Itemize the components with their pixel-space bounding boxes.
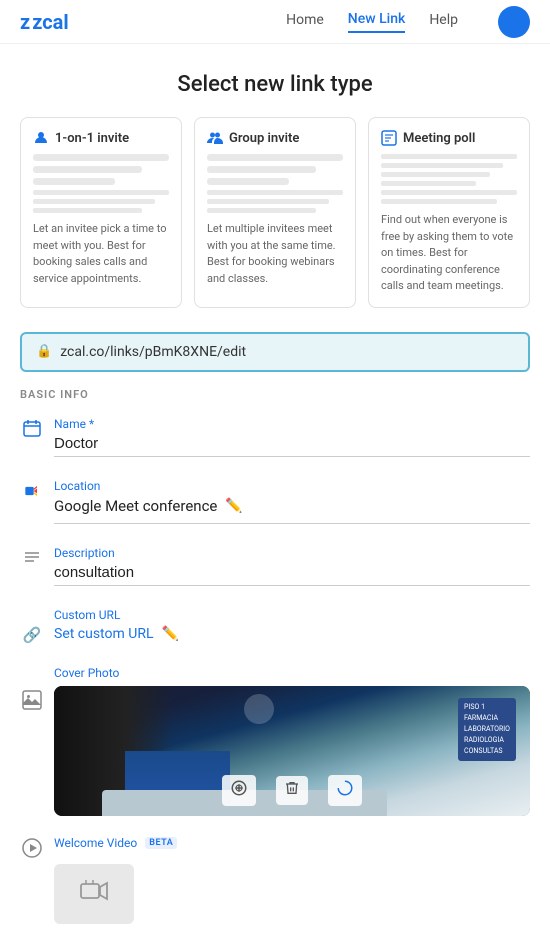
link-type-cards: 1-on-1 invite Let an invitee pick a time… (0, 117, 550, 332)
card-poll-title: Meeting poll (403, 131, 475, 146)
cover-photo-section: Cover Photo PISO 1FARMACIALABORATORIORAD… (20, 666, 530, 816)
lock-icon: 🔒 (36, 344, 52, 359)
card-group-desc: Let multiple invitees meet with you at t… (207, 221, 343, 287)
logo-z: z (20, 10, 30, 34)
group-icon (207, 130, 223, 146)
play-icon-col (20, 836, 44, 858)
nav-home[interactable]: Home (286, 12, 324, 32)
description-icon (23, 548, 41, 566)
gmeet-icon-col (20, 479, 44, 501)
card-group-title: Group invite (229, 131, 299, 146)
location-field-group: Location Google Meet conference ✏️ (20, 479, 530, 524)
cover-photo-label: Cover Photo (54, 666, 530, 680)
url-text: zcal.co/links/pBmK8XNE/edit (60, 344, 246, 360)
custom-url-label: Custom URL (54, 608, 530, 622)
location-label: Location (54, 479, 530, 493)
skeleton (381, 199, 497, 204)
card-one-on-one-title: 1-on-1 invite (55, 131, 129, 146)
description-icon-col (20, 546, 44, 566)
person-icon (33, 130, 49, 146)
skeleton (207, 166, 316, 173)
nav-help[interactable]: Help (429, 12, 458, 32)
link-icon-col: 🔗 (20, 624, 44, 644)
navigation: zzcal Home New Link Help (0, 0, 550, 44)
link-icon: 🔗 (23, 626, 42, 644)
name-label: Name * (54, 417, 530, 431)
logo: zzcal (20, 10, 69, 34)
loading-indicator (328, 775, 362, 806)
delete-photo-button[interactable] (276, 776, 308, 805)
skeleton (33, 166, 142, 173)
piso-sign: PISO 1FARMACIALABORATORIORADIOLOGIACONSU… (458, 698, 516, 762)
google-meet-icon (22, 481, 42, 501)
skeleton (207, 199, 329, 204)
skeleton (33, 154, 169, 161)
location-text: Google Meet conference (54, 497, 217, 515)
location-divider (54, 523, 530, 524)
skeleton (33, 199, 155, 204)
skeleton (381, 163, 503, 168)
card-one-on-one[interactable]: 1-on-1 invite Let an invitee pick a time… (20, 117, 182, 308)
image-icon (22, 690, 42, 710)
card-poll[interactable]: Meeting poll Find out when everyone is f… (368, 117, 530, 308)
skeleton (207, 208, 316, 213)
skeleton (207, 190, 343, 195)
page-title: Select new link type (0, 72, 550, 97)
play-icon (22, 838, 42, 858)
welcome-video-section: Welcome Video BETA (20, 836, 530, 924)
add-photo-button[interactable] (222, 775, 256, 806)
nav-new-link[interactable]: New Link (348, 11, 406, 33)
url-bar: 🔒 zcal.co/links/pBmK8XNE/edit (20, 332, 530, 372)
card-poll-desc: Find out when everyone is free by asking… (381, 212, 517, 295)
skeleton (381, 190, 517, 195)
video-camera-icon (80, 880, 108, 907)
skeleton (33, 208, 142, 213)
custom-url-edit-icon[interactable]: ✏️ (161, 626, 178, 642)
name-field-group: Name * (20, 417, 530, 457)
video-placeholder[interactable] (54, 864, 134, 924)
skeleton (381, 172, 490, 177)
location-edit-icon[interactable]: ✏️ (225, 498, 242, 514)
card-one-on-one-desc: Let an invitee pick a time to meet with … (33, 221, 169, 287)
logo-text: zcal (32, 10, 68, 34)
skeleton (33, 178, 115, 185)
form-area: 🔒 zcal.co/links/pBmK8XNE/edit BASIC INFO… (0, 332, 550, 924)
calendar-icon (23, 419, 41, 437)
description-field-group: Description (20, 546, 530, 586)
cover-photo-container: PISO 1FARMACIALABORATORIORADIOLOGIACONSU… (54, 686, 530, 816)
cover-photo-icon-col (20, 666, 44, 710)
description-label: Description (54, 546, 530, 560)
skeleton (207, 178, 289, 185)
card-group[interactable]: Group invite Let multiple invitees meet … (194, 117, 356, 308)
calendar-icon-col (20, 417, 44, 437)
skeleton (33, 190, 169, 195)
welcome-video-label: Welcome Video (54, 836, 137, 850)
skeleton (381, 154, 517, 159)
skeleton (207, 154, 343, 161)
nav-links: Home New Link Help (286, 6, 530, 38)
section-label: BASIC INFO (20, 388, 530, 401)
custom-url-field-group: Custom URL 🔗 Set custom URL ✏️ (20, 608, 530, 644)
set-custom-url-button[interactable]: Set custom URL (54, 626, 153, 642)
page-title-section: Select new link type (0, 44, 550, 117)
location-value: Google Meet conference ✏️ (54, 495, 530, 519)
poll-icon (381, 130, 397, 146)
avatar[interactable] (498, 6, 530, 38)
beta-badge: BETA (145, 837, 177, 849)
name-input[interactable] (54, 433, 530, 457)
description-input[interactable] (54, 562, 530, 586)
skeleton (381, 181, 476, 186)
